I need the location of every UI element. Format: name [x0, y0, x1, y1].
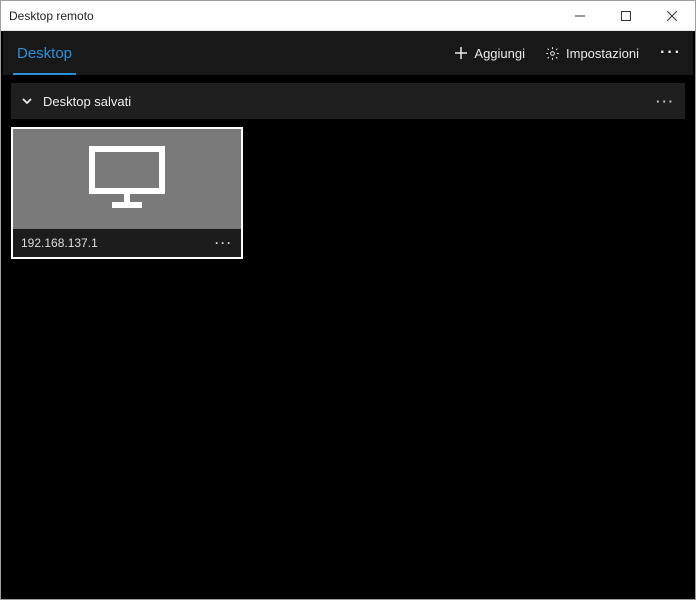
- monitor-icon: [88, 145, 166, 214]
- settings-button[interactable]: Impostazioni: [535, 31, 649, 75]
- tile-more-button[interactable]: ···: [215, 236, 233, 250]
- cmdbar-more-button[interactable]: ···: [649, 31, 693, 75]
- window-controls: [557, 1, 695, 30]
- group-header[interactable]: Desktop salvati ···: [11, 83, 685, 119]
- window-title: Desktop remoto: [9, 9, 557, 23]
- add-label: Aggiungi: [474, 46, 525, 61]
- tile-name: 192.168.137.1: [21, 236, 215, 250]
- tab-desktop-label: Desktop: [17, 45, 72, 62]
- chevron-down-icon: [21, 95, 33, 107]
- minimize-button[interactable]: [557, 1, 603, 30]
- more-icon: ···: [215, 236, 233, 250]
- app-surface: Desktop Aggiungi Impostazioni ··: [1, 31, 695, 599]
- command-bar: Desktop Aggiungi Impostazioni ··: [3, 31, 693, 75]
- add-button[interactable]: Aggiungi: [444, 31, 535, 75]
- settings-label: Impostazioni: [566, 46, 639, 61]
- maximize-button[interactable]: [603, 1, 649, 30]
- more-icon: ···: [660, 44, 682, 62]
- desktop-tile[interactable]: 192.168.137.1 ···: [11, 127, 243, 259]
- app-window: Desktop remoto Desktop Aggiungi: [0, 0, 696, 600]
- close-button[interactable]: [649, 1, 695, 30]
- tab-desktop[interactable]: Desktop: [3, 31, 86, 75]
- tile-footer: 192.168.137.1 ···: [13, 229, 241, 257]
- tile-preview: [13, 129, 241, 229]
- group-title: Desktop salvati: [43, 94, 646, 109]
- titlebar: Desktop remoto: [1, 1, 695, 31]
- group-more-button[interactable]: ···: [656, 94, 675, 109]
- plus-icon: [454, 46, 468, 60]
- tiles-container: 192.168.137.1 ···: [11, 119, 685, 259]
- cmdbar-spacer: [86, 31, 444, 75]
- content-area: Desktop salvati ···: [3, 75, 693, 597]
- more-icon: ···: [656, 94, 675, 109]
- gear-icon: [545, 46, 560, 61]
